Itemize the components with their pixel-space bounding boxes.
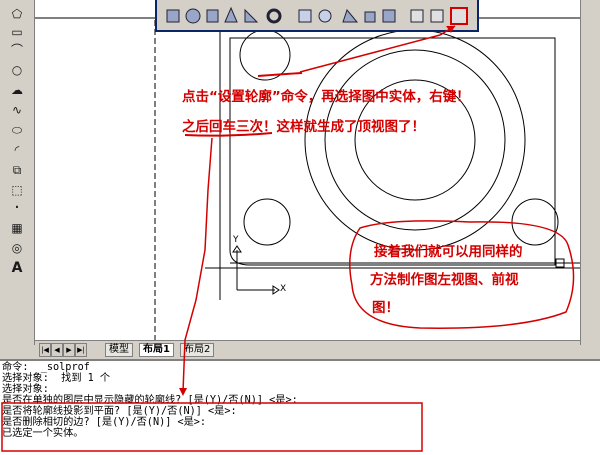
arrow-head-command (179, 388, 187, 396)
command-highlight-box (1, 402, 423, 452)
arrow-head-toolbar (446, 26, 455, 33)
arrow-to-command (182, 137, 213, 393)
annotation-line-1: 点击“设置轮廓”命令，再选择图中实体，右键！ (182, 89, 470, 105)
note-line-3: 图！ (372, 300, 399, 316)
note-line-1: 接着我们就可以用同样的 (374, 244, 523, 260)
annotation-overlay (1, 25, 575, 452)
annotation-line-2: 之后回车三次！这样就生成了顶视图了！ (182, 119, 425, 135)
arrow-to-toolbar (299, 25, 456, 73)
underline-command (257, 72, 303, 77)
note-line-2: 方法制作图左视图、前视 (370, 272, 519, 288)
